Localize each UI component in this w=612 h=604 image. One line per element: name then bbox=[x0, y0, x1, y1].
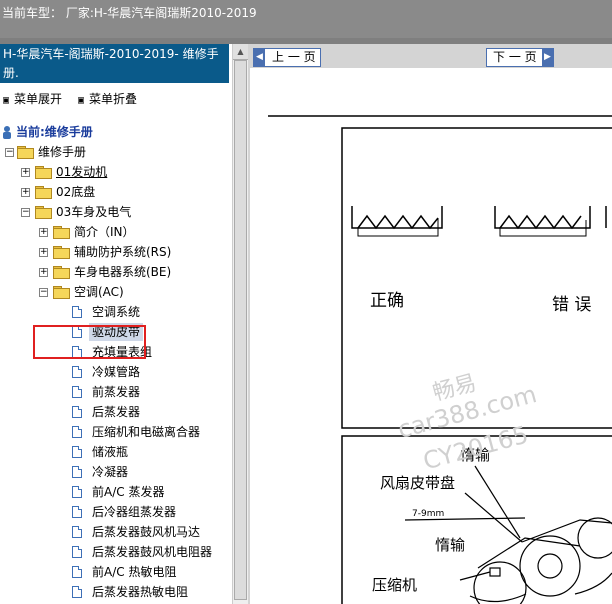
title-bar: 当前车型： 厂家:H-华晨汽车阁瑞斯2010-2019 bbox=[0, 0, 612, 38]
vertical-scrollbar[interactable]: ▲ bbox=[232, 44, 248, 604]
document-icon bbox=[72, 486, 82, 498]
tree-node-manual[interactable]: − 维修手册 bbox=[0, 143, 230, 161]
document-page: 正确 错 误 惰输 风扇皮带盘 7-9mm 惰输 压缩机 畅易 car388.c… bbox=[250, 68, 612, 604]
folder-icon bbox=[35, 186, 52, 199]
tree-node-intro[interactable]: + 简介（IN） bbox=[0, 223, 230, 241]
folder-open-icon bbox=[35, 206, 52, 219]
tree-leaf-compressor-clutch[interactable]: 压缩机和电磁离合器 bbox=[0, 423, 230, 441]
document-icon bbox=[72, 406, 82, 418]
content-pane: ◀ 上 一 页 下 一 页 ▶ 正确 错 误 惰输 风扇皮带盘 7-9mm 惰输… bbox=[248, 44, 612, 604]
label-wrong: 错 误 bbox=[552, 295, 591, 315]
document-icon bbox=[72, 586, 82, 598]
vehicle-title: 当前车型： 厂家:H-华晨汽车阁瑞斯2010-2019 bbox=[2, 6, 257, 20]
highlight-box bbox=[33, 325, 146, 359]
collapse-icon[interactable]: − bbox=[39, 288, 48, 297]
navigation-pane: H-华晨汽车-阁瑞斯-2010-2019- 维修手册. ▣ 菜单展开 ▣ 菜单折叠 … bbox=[0, 44, 248, 604]
tree-node-body-electrical[interactable]: − 03车身及电气 bbox=[0, 203, 230, 221]
document-icon bbox=[72, 546, 82, 558]
collapse-all-icon: ▣ bbox=[78, 95, 85, 106]
tree-leaf-rear-evap-thermistor[interactable]: 后蒸发器热敏电阻 bbox=[0, 583, 230, 601]
label-correct: 正确 bbox=[370, 291, 404, 311]
person-icon bbox=[2, 125, 12, 139]
expand-icon[interactable]: + bbox=[21, 168, 30, 177]
document-icon bbox=[72, 386, 82, 398]
label-idler-mid: 惰输 bbox=[435, 536, 465, 554]
belt-correct-figure bbox=[351, 206, 443, 237]
tree-leaf-front-ac-evaporator[interactable]: 前A/C 蒸发器 bbox=[0, 483, 230, 501]
scroll-up-icon[interactable]: ▲ bbox=[233, 44, 248, 60]
folder-icon bbox=[35, 166, 52, 179]
expand-icon[interactable]: + bbox=[39, 248, 48, 257]
collapse-all-button[interactable]: ▣ 菜单折叠 bbox=[78, 90, 137, 107]
next-page-button[interactable]: 下 一 页 ▶ bbox=[486, 48, 554, 67]
manual-header: H-华晨汽车-阁瑞斯-2010-2019- 维修手册. bbox=[0, 44, 229, 83]
tree-leaf-ac-system[interactable]: 空调系统 bbox=[0, 303, 230, 321]
folder-icon bbox=[53, 226, 70, 239]
tree-leaf-rear-evaporator[interactable]: 后蒸发器 bbox=[0, 403, 230, 421]
tree-leaf-front-evaporator[interactable]: 前蒸发器 bbox=[0, 383, 230, 401]
folder-open-icon bbox=[53, 286, 70, 299]
tree-node-body-electrics[interactable]: + 车身电器系统(BE) bbox=[0, 263, 230, 281]
folder-icon bbox=[53, 246, 70, 259]
document-icon bbox=[72, 426, 82, 438]
arrow-left-icon: ◀ bbox=[254, 49, 265, 66]
tree-leaf-rear-cooler-evaporator[interactable]: 后冷器组蒸发器 bbox=[0, 503, 230, 521]
tree-leaf-condenser[interactable]: 冷凝器 bbox=[0, 463, 230, 481]
collapse-icon[interactable]: − bbox=[5, 148, 14, 157]
folder-open-icon bbox=[17, 146, 34, 159]
label-compressor: 压缩机 bbox=[372, 576, 417, 594]
arrow-right-icon: ▶ bbox=[542, 49, 553, 66]
tree-leaf-rear-blower-resistor[interactable]: 后蒸发器鼓风机电阻器 bbox=[0, 543, 230, 561]
folder-icon bbox=[53, 266, 70, 279]
document-icon bbox=[72, 466, 82, 478]
scrollbar-thumb[interactable] bbox=[234, 60, 247, 600]
tree-node-chassis[interactable]: + 02底盘 bbox=[0, 183, 230, 201]
tree-leaf-front-ac-thermistor[interactable]: 前A/C 热敏电阻 bbox=[0, 563, 230, 581]
tree-leaf-rear-blower-motor[interactable]: 后蒸发器鼓风机马达 bbox=[0, 523, 230, 541]
expand-icon[interactable]: + bbox=[39, 268, 48, 277]
prev-page-button[interactable]: ◀ 上 一 页 bbox=[253, 48, 321, 67]
tree-leaf-refrigerant-lines[interactable]: 冷媒管路 bbox=[0, 363, 230, 381]
label-dimension: 7-9mm bbox=[412, 509, 444, 519]
collapse-icon[interactable]: − bbox=[21, 208, 30, 217]
label-fan-pulley: 风扇皮带盘 bbox=[380, 474, 455, 492]
document-icon bbox=[72, 506, 82, 518]
belt-installation-diagram: 正确 错 误 惰输 风扇皮带盘 7-9mm 惰输 压缩机 bbox=[268, 115, 612, 604]
document-icon bbox=[72, 366, 82, 378]
document-icon bbox=[72, 526, 82, 538]
document-icon bbox=[72, 306, 82, 318]
document-icon bbox=[72, 566, 82, 578]
expand-icon[interactable]: + bbox=[21, 188, 30, 197]
expand-all-icon: ▣ bbox=[3, 95, 10, 106]
expand-all-button[interactable]: ▣ 菜单展开 bbox=[3, 90, 62, 107]
figure-frame-upper bbox=[341, 127, 612, 429]
document-icon bbox=[72, 446, 82, 458]
expand-icon[interactable]: + bbox=[39, 228, 48, 237]
tree-node-engine[interactable]: + 01发动机 bbox=[0, 163, 230, 181]
tree-node-air-conditioning[interactable]: − 空调(AC) bbox=[0, 283, 230, 301]
tree-node-restraint[interactable]: + 辅助防护系统(RS) bbox=[0, 243, 230, 261]
tree-leaf-receiver-drier[interactable]: 储液瓶 bbox=[0, 443, 230, 461]
belt-wrong-figure bbox=[494, 206, 607, 237]
